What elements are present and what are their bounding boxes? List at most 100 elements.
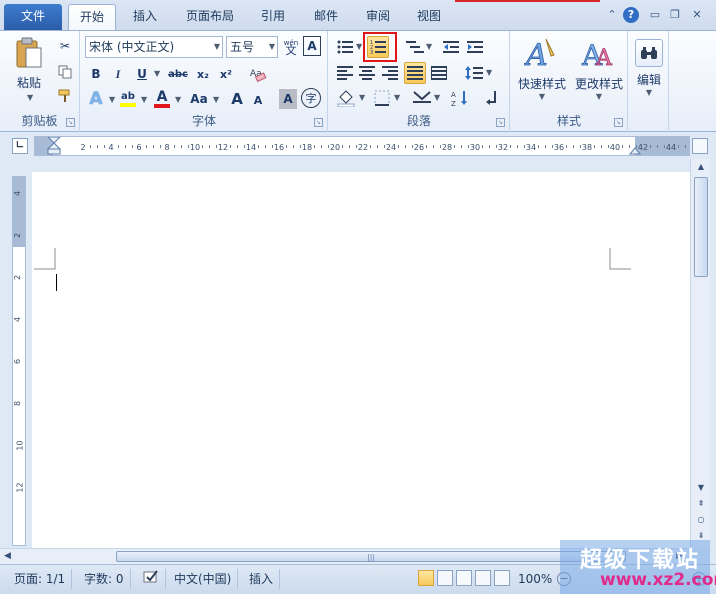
paste-dropdown-arrow[interactable]: ▼	[27, 93, 33, 102]
character-shading-button[interactable]: A	[279, 89, 297, 109]
vertical-scrollbar[interactable]: ▲ ▼ ⇞ ○ ⇟	[690, 159, 710, 549]
borders-dropdown[interactable]: ▼	[394, 93, 400, 102]
distributed-button[interactable]	[429, 62, 449, 84]
page-count[interactable]: 页面: 1/1	[8, 569, 73, 589]
tab-view[interactable]: 视图	[408, 4, 450, 30]
ruler-tick-mark	[237, 145, 238, 148]
horizontal-ruler[interactable]: 2 4 6 8 10 12 14 16 18 20 22 24 26 28 30 32 34 36 38 40 42 44	[34, 136, 693, 156]
window-minimize-icon[interactable]: ▭	[647, 7, 663, 23]
clipboard-dialog-launcher[interactable]: ↘	[66, 118, 75, 127]
horizontal-scroll-thumb[interactable]: |||	[116, 551, 626, 562]
justify-button[interactable]	[404, 62, 426, 84]
paste-button[interactable]: 粘贴	[6, 33, 52, 93]
increase-indent-button[interactable]	[465, 36, 485, 58]
chinese-layout-button[interactable]	[411, 87, 433, 109]
draft-view-icon[interactable]	[494, 570, 510, 586]
font-name-combo[interactable]: 宋体 (中文正文) ▼	[85, 36, 223, 58]
change-case-button[interactable]: Aa	[186, 89, 212, 109]
format-painter-icon[interactable]	[56, 87, 74, 105]
underline-button[interactable]: U	[133, 64, 151, 84]
strikethrough-button[interactable]: abc	[167, 64, 189, 84]
tab-references[interactable]: 引用	[252, 4, 294, 30]
align-center-button[interactable]	[357, 62, 377, 84]
window-close-icon[interactable]: ✕	[689, 7, 705, 23]
styles-dialog-launcher[interactable]: ↘	[614, 118, 623, 127]
show-hide-marks-button[interactable]	[481, 87, 503, 109]
minimize-ribbon-icon[interactable]: ⌃	[604, 7, 620, 23]
insert-mode[interactable]: 插入	[243, 569, 281, 589]
tab-file[interactable]: 文件	[4, 4, 62, 30]
ruler-tick-label: 28	[441, 143, 453, 152]
change-case-dropdown[interactable]: ▼	[213, 95, 219, 104]
highlight-dropdown[interactable]: ▼	[141, 95, 147, 104]
subscript-button[interactable]: x₂	[193, 64, 213, 84]
font-size-combo[interactable]: 五号 ▼	[226, 36, 278, 58]
font-color-button[interactable]: A	[151, 88, 173, 110]
align-right-button[interactable]	[380, 62, 400, 84]
editing-button[interactable]: 编辑 ▼	[631, 33, 667, 103]
web-layout-icon[interactable]	[456, 570, 472, 586]
underline-dropdown-arrow[interactable]: ▼	[154, 69, 160, 78]
document-page[interactable]	[32, 172, 690, 548]
tab-home[interactable]: 开始	[68, 4, 116, 30]
line-spacing-button[interactable]	[463, 62, 485, 84]
character-border-button[interactable]: A	[303, 36, 321, 56]
help-icon[interactable]: ?	[623, 7, 639, 23]
numbering-highlight-box	[363, 32, 397, 62]
proofing-button[interactable]	[136, 569, 166, 589]
superscript-button[interactable]: x²	[216, 64, 236, 84]
align-left-button[interactable]	[335, 62, 355, 84]
tab-mailings[interactable]: 邮件	[305, 4, 347, 30]
zoom-level[interactable]: 100%	[512, 569, 558, 589]
quick-styles-button[interactable]: A 快速样式 ▼	[513, 33, 571, 103]
font-dialog-launcher[interactable]: ↘	[314, 118, 323, 127]
tab-review[interactable]: 审阅	[357, 4, 399, 30]
indent-marker-icon[interactable]	[47, 137, 61, 155]
scroll-up-icon[interactable]: ▲	[694, 162, 708, 174]
print-layout-view-icon[interactable]	[418, 570, 434, 586]
shading-button[interactable]	[335, 87, 357, 109]
line-spacing-dropdown[interactable]: ▼	[486, 68, 492, 77]
highlight-button[interactable]: ab	[117, 88, 139, 110]
borders-button[interactable]	[371, 87, 393, 109]
ruler-tick-label: 34	[525, 143, 537, 152]
bullets-button[interactable]	[335, 36, 355, 58]
phonetic-guide-button[interactable]: wén 文	[281, 36, 301, 58]
full-screen-reading-icon[interactable]	[437, 570, 453, 586]
text-effects-button[interactable]: A	[85, 88, 107, 110]
tab-page-layout[interactable]: 页面布局	[178, 4, 242, 30]
cut-icon[interactable]: ✂	[56, 37, 74, 55]
change-styles-button[interactable]: AA 更改样式 ▼	[570, 33, 628, 103]
multilevel-list-button[interactable]	[405, 36, 425, 58]
ruler-tick-mark	[461, 145, 462, 148]
browse-object-icon[interactable]: ○	[694, 515, 708, 527]
tab-selector-icon[interactable]: ∟	[12, 138, 28, 154]
language-indicator[interactable]: 中文(中国)	[168, 569, 239, 589]
font-color-dropdown[interactable]: ▼	[175, 95, 181, 104]
tab-insert[interactable]: 插入	[124, 4, 166, 30]
scroll-left-icon[interactable]: ◀	[4, 551, 11, 561]
bullets-dropdown[interactable]: ▼	[356, 42, 362, 51]
shading-dropdown[interactable]: ▼	[359, 93, 365, 102]
text-effects-dropdown[interactable]: ▼	[109, 95, 115, 104]
chinese-layout-dropdown[interactable]: ▼	[434, 93, 440, 102]
vertical-ruler[interactable]: 4 2 2 4 6 8 10 12	[12, 176, 26, 546]
italic-button[interactable]: I	[109, 64, 127, 84]
scroll-down-icon[interactable]: ▼	[694, 483, 708, 495]
shrink-font-button[interactable]: A	[249, 90, 267, 110]
copy-icon[interactable]	[56, 63, 74, 81]
multilevel-dropdown[interactable]: ▼	[426, 42, 432, 51]
vertical-scroll-thumb[interactable]	[694, 177, 708, 277]
previous-page-icon[interactable]: ⇞	[694, 499, 708, 511]
decrease-indent-button[interactable]	[441, 36, 461, 58]
sort-button[interactable]: AZ	[449, 87, 471, 109]
window-restore-icon[interactable]: ❐	[667, 7, 683, 23]
view-ruler-icon[interactable]	[692, 138, 708, 154]
word-count[interactable]: 字数: 0	[78, 569, 131, 589]
outline-view-icon[interactable]	[475, 570, 491, 586]
enclose-characters-button[interactable]: 字	[301, 88, 321, 108]
grow-font-button[interactable]: A	[227, 88, 247, 110]
paragraph-dialog-launcher[interactable]: ↘	[496, 118, 505, 127]
bold-button[interactable]: B	[87, 64, 105, 84]
clear-formatting-button[interactable]: Aa	[247, 63, 269, 85]
